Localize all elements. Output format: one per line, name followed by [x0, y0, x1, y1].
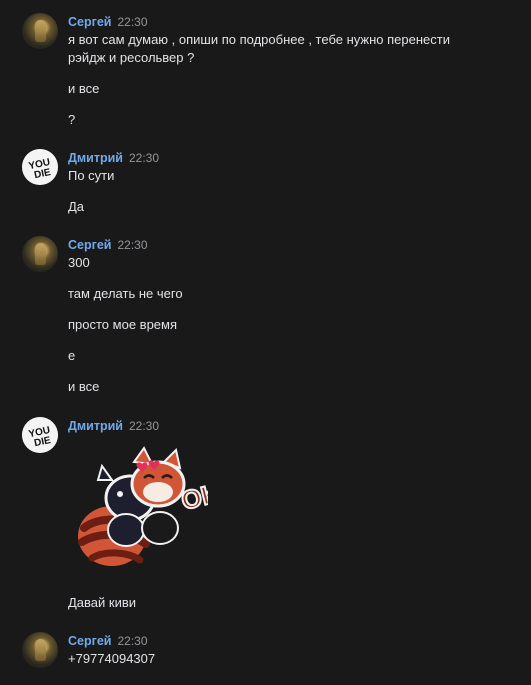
- message-header: Дмитрий 22:30: [68, 150, 159, 166]
- message-text: По сути: [68, 168, 115, 183]
- you-die-avatar-icon: YOU DIE: [22, 149, 58, 185]
- message-text: просто мое время: [68, 317, 178, 332]
- author-name[interactable]: Дмитрий: [68, 419, 123, 433]
- message-text: Давай киви: [68, 595, 137, 610]
- author-name[interactable]: Сергей: [68, 238, 111, 252]
- message-text: и все: [68, 379, 100, 394]
- message-text: 300: [68, 255, 90, 270]
- avatar[interactable]: [22, 632, 58, 668]
- message-time[interactable]: 22:30: [129, 419, 159, 433]
- avatar-photo: [35, 243, 46, 265]
- message-text: и все: [68, 81, 100, 96]
- message-text: е: [68, 348, 76, 363]
- message-text: ?: [68, 112, 76, 127]
- avatar-photo: [35, 20, 46, 42]
- avatar[interactable]: [22, 236, 58, 272]
- author-name[interactable]: Сергей: [68, 15, 111, 29]
- message-time[interactable]: 22:30: [117, 15, 147, 29]
- message-text: я вот сам думаю , опиши по подробнее , т…: [68, 32, 450, 65]
- message-time[interactable]: 22:30: [117, 634, 147, 648]
- message-text: там делать не чего: [68, 286, 183, 301]
- message-time[interactable]: 22:30: [117, 238, 147, 252]
- message-header: Сергей 22:30: [68, 633, 148, 649]
- avatar-photo: [35, 639, 46, 661]
- chat-history: Сергей 22:30 я вот сам думаю , опиши по п…: [0, 0, 531, 685]
- message-header: Дмитрий 22:30: [68, 418, 159, 434]
- avatar[interactable]: [22, 13, 58, 49]
- avatar[interactable]: YOU DIE: [22, 149, 58, 185]
- message-header: Сергей 22:30: [68, 14, 148, 30]
- message-time[interactable]: 22:30: [129, 151, 159, 165]
- message-header: Сергей 22:30: [68, 237, 148, 253]
- you-die-avatar-icon: YOU DIE: [22, 417, 58, 453]
- author-name[interactable]: Дмитрий: [68, 151, 123, 165]
- red-panda-sticker-icon[interactable]: OK: [72, 440, 225, 576]
- author-name[interactable]: Сергей: [68, 634, 111, 648]
- avatar[interactable]: YOU DIE: [22, 417, 58, 453]
- message-text: +79774094307: [68, 651, 156, 666]
- message-text: Да: [68, 199, 85, 214]
